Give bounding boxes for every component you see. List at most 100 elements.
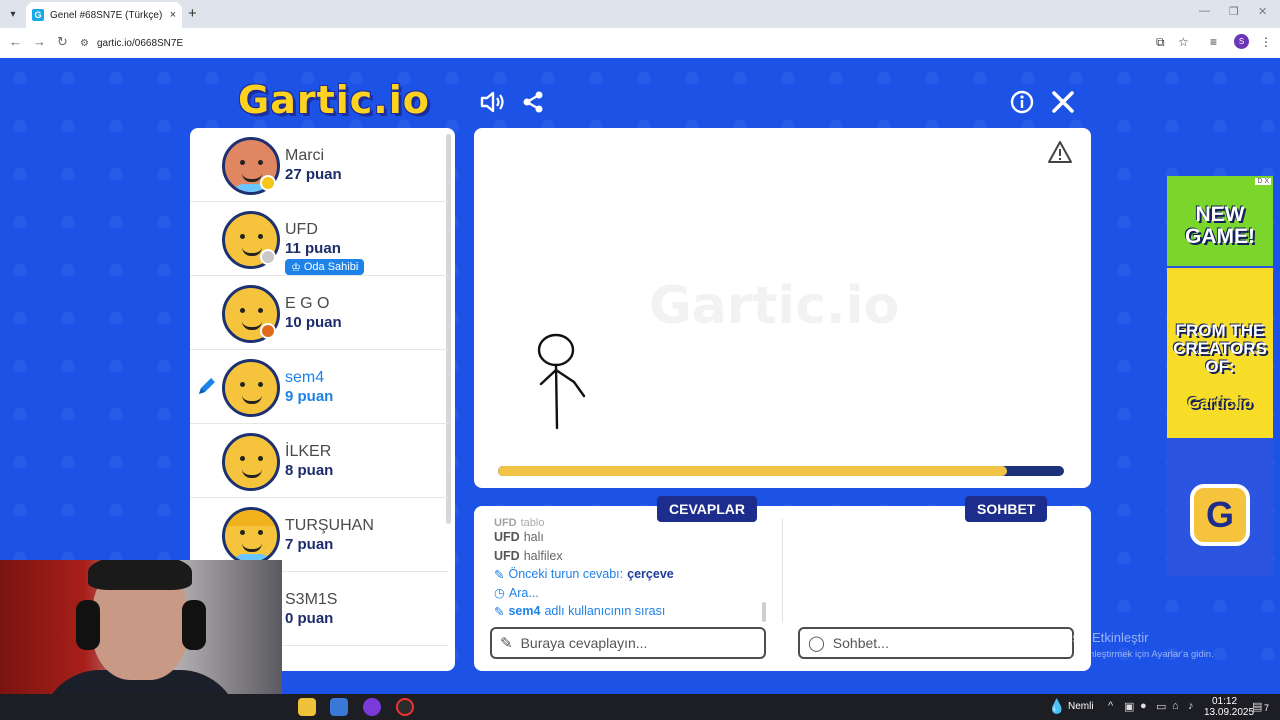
windows-taskbar: 💧 Nemli ^ ▣ ● ▭ ⌂ ♪ 01:12 13.09.2025 ▤ 7 (0, 694, 1280, 720)
status-dot (260, 249, 276, 265)
browser-tab[interactable]: G Genel #68SN7E (Türkçe) - Gartic × (26, 2, 182, 28)
sound-icon[interactable] (478, 88, 506, 116)
player-name: E G O (285, 295, 330, 312)
clock-date[interactable]: 13.09.2025 (1204, 707, 1254, 718)
activation-title: Windows'u Etkinleştir (1026, 630, 1149, 645)
share-icon[interactable] (519, 88, 547, 116)
answer-item: UFD halı (494, 528, 766, 547)
battery-icon[interactable]: ▭ (1156, 700, 1166, 713)
install-app-icon[interactable]: ⧉ (1156, 35, 1165, 50)
address-bar: ← → ↻ ⚙ gartic.io/0668SN7E ⧉ ☆ ≡ S ⋮ (0, 28, 1280, 58)
app-icon[interactable] (330, 698, 348, 716)
site-info-icon[interactable]: ⚙ (80, 38, 89, 49)
obs-icon[interactable] (396, 698, 414, 716)
ad-choices-icon[interactable]: D X (1255, 178, 1271, 185)
player-score: 9 puan (285, 388, 334, 405)
profile-avatar[interactable]: S (1234, 34, 1249, 49)
chat-placeholder: Sohbet... (832, 635, 889, 651)
answer-item: ✎ sem4 adlı kullanıcının sırası (494, 602, 766, 621)
tab-chat[interactable]: SOHBET (965, 496, 1048, 522)
new-tab-button[interactable]: + (188, 5, 197, 22)
player-row: Marci 27 puan (190, 128, 448, 202)
player-score: 0 puan (285, 610, 334, 627)
answer-item: ◷ Ara... (494, 584, 766, 603)
url-text: gartic.io/0668SN7E (96, 37, 184, 49)
answers-scrollbar[interactable] (762, 602, 766, 622)
answer-input[interactable]: ✎ Buraya cevaplayın... (490, 627, 766, 659)
drawing-canvas[interactable]: Gartic.io (474, 128, 1091, 488)
reload-icon[interactable]: ↻ (57, 34, 68, 50)
back-icon[interactable]: ← (9, 34, 22, 49)
webcam-person-cap (88, 560, 192, 590)
weather-label: Nemli (1068, 701, 1094, 712)
microphone-icon[interactable]: ● (1140, 700, 1147, 712)
player-row: sem4 9 puan (190, 350, 448, 424)
player-name: Marci (285, 147, 325, 164)
ad-gartic-g-icon: G (1190, 484, 1250, 546)
player-row: İLKER 8 puan (190, 424, 448, 498)
panel-divider (782, 518, 783, 623)
player-score: 11 puan (285, 240, 341, 257)
file-explorer-icon[interactable] (298, 698, 316, 716)
player-name: TURŞUHAN (285, 517, 374, 534)
round-timer-fill (498, 466, 1008, 476)
status-dot (260, 323, 276, 339)
previous-answer: çerçeve (627, 567, 674, 582)
volume-icon[interactable]: ♪ (1188, 700, 1194, 712)
tab-close-icon[interactable]: × (170, 9, 176, 21)
answer-item: UFD halfilex (494, 547, 766, 566)
browser-tab-bar: ▾ G Genel #68SN7E (Türkçe) - Gartic × + … (0, 0, 1280, 28)
status-dot (260, 175, 276, 191)
gartic-favicon-icon: G (32, 9, 44, 21)
avatar (222, 433, 280, 491)
tab-title: Genel #68SN7E (Türkçe) - Gartic (50, 9, 164, 21)
gartic-logo[interactable]: Gartic.io (238, 78, 430, 122)
avatar (222, 359, 280, 417)
notification-count: 7 (1264, 703, 1270, 713)
browser-menu-icon[interactable]: ⋮ (1260, 35, 1272, 49)
ad-new-game: NEW GAME! (1185, 203, 1255, 249)
avatar (222, 507, 280, 565)
discord-icon[interactable] (363, 698, 381, 716)
media-control-icon[interactable]: ≡ (1210, 35, 1217, 49)
network-icon[interactable]: ⌂ (1172, 700, 1179, 712)
answer-text: Önceki turun cevabı: (508, 567, 624, 582)
forward-icon[interactable]: → (33, 34, 46, 49)
answer-placeholder: Buraya cevaplayın... (520, 635, 648, 651)
restore-icon[interactable]: ❐ (1229, 5, 1239, 18)
notification-icon[interactable]: ▤ (1252, 700, 1262, 713)
answer-text: halfilex (523, 548, 563, 563)
info-icon[interactable] (1008, 88, 1036, 116)
ad-gartic-logo: Gartic.io (1187, 395, 1253, 412)
url-field[interactable]: ⚙ gartic.io/0668SN7E (80, 32, 1200, 54)
clock-icon: ◷ (494, 586, 505, 601)
room-owner-label: Oda Sahibi (303, 261, 359, 273)
window-close-icon[interactable]: ✕ (1258, 5, 1267, 18)
pencil-icon: ✎ (494, 604, 505, 619)
answer-text: Ara... (508, 585, 539, 600)
answer-user: UFD (494, 530, 520, 545)
turn-user: sem4 (508, 604, 541, 619)
weather-icon[interactable]: 💧 (1048, 698, 1065, 715)
minimize-icon[interactable]: ― (1199, 5, 1210, 17)
report-warning-icon[interactable] (1047, 140, 1073, 164)
player-score: 8 puan (285, 462, 334, 479)
answer-text: halı (523, 530, 544, 545)
answer-user: UFD (494, 548, 520, 563)
clock-time[interactable]: 01:12 (1212, 696, 1237, 707)
tray-chevron-icon[interactable]: ^ (1108, 700, 1113, 712)
windows-activation-watermark: Windows'u Etkinleştir Windows'u etkinleş… (1026, 630, 1214, 660)
bookmark-star-icon[interactable]: ☆ (1178, 35, 1189, 49)
player-name: UFD (285, 221, 318, 238)
tray-app-icon[interactable]: ▣ (1124, 700, 1134, 713)
exit-close-icon[interactable] (1049, 88, 1077, 116)
advertisement-banner[interactable]: NEW GAME! FROM THE CREATORS OF: Gartic.i… (1167, 176, 1273, 576)
round-timer-bar (498, 466, 1064, 476)
player-score: 7 puan (285, 536, 334, 553)
player-name: İLKER (285, 443, 332, 460)
pencil-icon: ✎ (500, 635, 513, 652)
crown-icon: ♔ (291, 261, 301, 274)
answer-text: adlı kullanıcının sırası (544, 604, 666, 619)
activation-subtitle: Windows'u etkinleştirmek için Ayarlar'a … (1026, 649, 1214, 660)
tab-search-chevron-icon[interactable]: ▾ (4, 5, 22, 23)
